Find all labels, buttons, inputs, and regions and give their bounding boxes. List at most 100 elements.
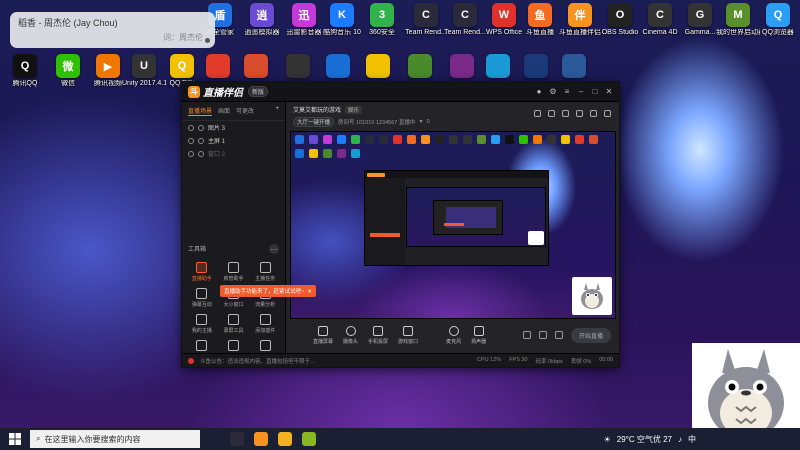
lyric-widget[interactable]: 稻香 - 周杰伦 (Jay Chou) 词：周杰伦 <box>10 12 215 48</box>
add-scene-icon[interactable]: + <box>275 106 279 116</box>
desktop-icon[interactable]: O OBS Studio <box>598 3 642 37</box>
title-bar[interactable]: 斗 直播伴侣 新版 ● ⚙ ≡ – □ ✕ <box>182 82 619 102</box>
desktop-icon[interactable] <box>276 54 320 78</box>
desktop-icon[interactable]: 鱼斗鱼直播 <box>518 3 562 37</box>
desktop-icon[interactable]: Q QQ浏览器 <box>756 3 800 37</box>
eye-icon[interactable] <box>188 150 194 157</box>
mini-app-icon <box>519 135 528 144</box>
volume-icon[interactable]: ♪ <box>678 435 682 444</box>
tool-item[interactable]: 房管助手 <box>218 262 250 282</box>
screen-source-button[interactable]: 直播屏幕 <box>313 325 333 345</box>
start-live-button[interactable]: 开始直播 <box>570 327 611 343</box>
weather-icon[interactable]: ☀ <box>604 435 611 444</box>
desktop-icon[interactable]: K 酷狗音乐 10 <box>320 3 364 37</box>
folder-icon[interactable] <box>278 432 292 446</box>
share-icon[interactable] <box>534 110 541 117</box>
desktop-icon[interactable]: 微微信 <box>46 54 90 88</box>
eye-icon[interactable] <box>188 137 194 144</box>
control-label: 游戏窗口 <box>398 338 419 345</box>
more-tools-icon[interactable]: … <box>269 244 279 254</box>
tool-item[interactable]: 我的主播 <box>186 314 218 334</box>
microphone-button[interactable]: 麦克风 <box>446 325 461 345</box>
start-button[interactable] <box>0 428 30 450</box>
mini-app-icon <box>351 149 360 158</box>
mini-app-icon <box>463 135 472 144</box>
desktop-icon[interactable] <box>398 54 442 78</box>
speaker-button[interactable]: 扬声器 <box>471 325 486 345</box>
stream-preview[interactable] <box>290 131 616 319</box>
tool-item[interactable]: 添加插件 <box>249 314 281 334</box>
chat-icon[interactable] <box>590 110 597 117</box>
lock-icon[interactable] <box>198 137 204 144</box>
layer-item[interactable]: 主屏 1 <box>182 134 285 147</box>
notice-text[interactable]: 斗鱼公告：违法违规内容、直播包括但不限于… <box>200 357 316 365</box>
screenshot-icon[interactable] <box>522 331 531 339</box>
close-icon[interactable]: ✕ <box>605 87 613 96</box>
desktop-icon[interactable] <box>356 54 400 78</box>
share-screen-icon[interactable] <box>604 110 611 117</box>
tool-item[interactable]: 录屏工具 <box>218 314 250 334</box>
app-icon: C <box>648 3 672 27</box>
tool-label: 房管助手 <box>223 276 244 282</box>
layer-item[interactable]: 图片 3 <box>182 121 285 134</box>
tool-item[interactable]: 主播任务 <box>249 262 281 282</box>
lock-icon[interactable] <box>198 150 204 157</box>
tooltip-close-icon[interactable]: ✕ <box>307 289 312 295</box>
desktop-icon-label: 逍遥模拟器 <box>244 29 280 36</box>
weather-text[interactable]: 29°C 空气优 27 <box>617 434 672 445</box>
taskbar-search[interactable]: ⌕ 在这里输入你要搜索的内容 <box>30 430 200 448</box>
speaker-icon <box>473 325 484 336</box>
desktop-icon[interactable]: Q 腾讯QQ <box>3 54 47 88</box>
settings-icon[interactable]: ⚙ <box>549 87 557 96</box>
ime-indicator[interactable]: 中 <box>688 434 696 445</box>
phone-icon <box>373 325 384 336</box>
mini-app-icon <box>589 135 598 144</box>
tab-screen[interactable]: 画面 <box>218 106 230 116</box>
app-icon <box>450 54 474 78</box>
tab-editable[interactable]: 可更改 <box>236 106 254 116</box>
preview-eye-icon[interactable] <box>538 331 547 339</box>
desktop-icon[interactable]: C Team Rend... <box>443 3 487 37</box>
desktop-icon-label: 斗鱼直播伴侣 <box>559 29 601 36</box>
tool-item[interactable]: 弹幕互动 <box>186 288 218 308</box>
desktop-icon[interactable]: 3 360安全 <box>360 3 404 37</box>
desktop-icon[interactable]: 逍逍遥模拟器 <box>240 3 284 37</box>
steam-icon[interactable] <box>230 432 244 446</box>
app-icon: 逍 <box>250 3 274 27</box>
one-click-broadcast-button[interactable]: 大厅一键开播 <box>293 117 335 127</box>
game-window-button[interactable]: 游戏窗口 <box>398 325 419 345</box>
desktop-icon[interactable]: 伴斗鱼直播伴侣 <box>558 3 602 37</box>
totoro-overlay-image[interactable] <box>572 277 612 315</box>
desktop-icon[interactable]: M 我的世界启动器 <box>716 3 760 37</box>
minimize-icon[interactable]: – <box>577 87 585 96</box>
eye-icon[interactable] <box>188 124 194 131</box>
app-icon: Q <box>13 54 37 78</box>
layer-item[interactable]: 窗口 2 <box>182 147 285 160</box>
feature-tooltip[interactable]: 直播助手功能来了，赶紧试试吧~ ✕ <box>220 285 316 297</box>
app-icon <box>524 54 548 78</box>
desktop-icon[interactable]: C Team Rend... <box>404 3 448 37</box>
tab-scene[interactable]: 直播场景 <box>188 106 213 116</box>
layout-icon[interactable] <box>576 110 583 117</box>
maximize-icon[interactable]: □ <box>591 87 599 96</box>
douyu-app-icon[interactable] <box>254 432 268 446</box>
avatar-icon[interactable]: ● <box>535 87 543 96</box>
stream-category[interactable]: 娱乐 <box>345 105 363 114</box>
settings-gear-icon[interactable] <box>554 331 563 339</box>
bitrate-stat: 码率 0kbps <box>535 358 563 365</box>
stream-title[interactable]: 艾莫艾都玩的游戏 <box>293 105 341 114</box>
phone-cast-button[interactable]: 手机投屏 <box>368 325 388 345</box>
record-icon[interactable] <box>548 110 555 117</box>
tool-item[interactable]: 直播助手 <box>186 262 218 282</box>
app-icon[interactable] <box>302 432 316 446</box>
drop-stat: 丢帧 0% <box>570 358 592 365</box>
desktop-icon[interactable] <box>552 54 596 78</box>
desktop-icon[interactable] <box>234 54 278 78</box>
source-controls: 直播屏幕 摄像头 手机投屏 游戏窗口 麦克风 扬声器 开始直播 <box>287 322 619 348</box>
menu-icon[interactable]: ≡ <box>563 87 571 96</box>
lock-icon[interactable] <box>562 110 569 117</box>
lock-icon[interactable] <box>198 124 204 131</box>
camera-source-button[interactable]: 摄像头 <box>343 325 358 345</box>
desktop-icon[interactable]: C Cinema 4D <box>638 3 682 37</box>
desktop-icon[interactable] <box>316 54 360 78</box>
